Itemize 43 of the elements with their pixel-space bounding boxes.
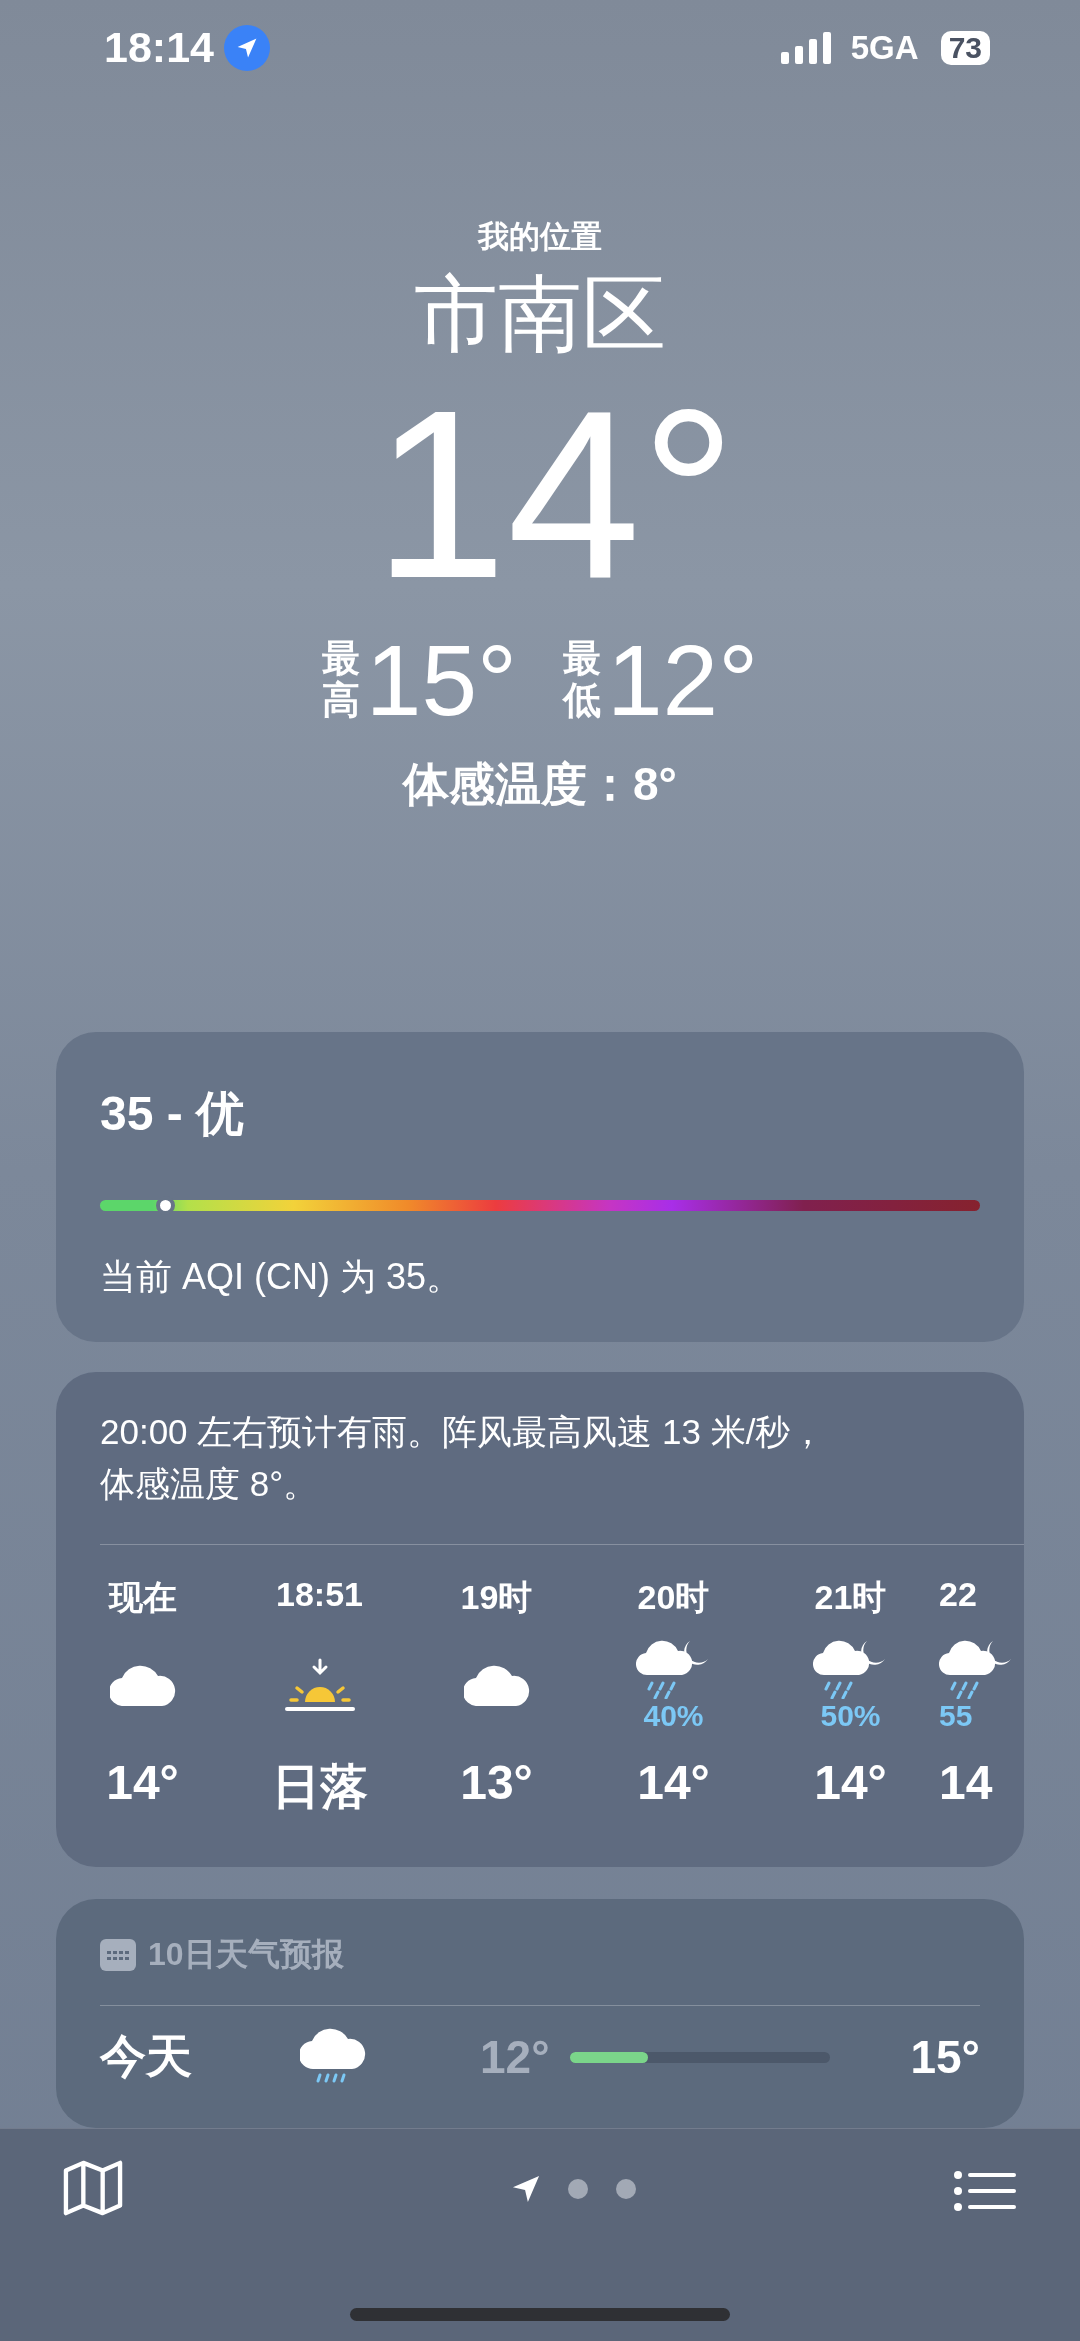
current-temperature: 14° <box>373 374 737 614</box>
precipitation-chance: 55 <box>939 1699 973 1733</box>
sunset-icon <box>284 1658 355 1712</box>
location-label: 我的位置 <box>478 217 602 256</box>
page-dot[interactable] <box>568 2179 588 2199</box>
precipitation-chance: 50% <box>820 1699 881 1733</box>
hour-label: 22 <box>939 1575 977 1615</box>
signal-icon <box>780 31 833 64</box>
feels-like-temperature: 体感温度：8° <box>403 757 677 812</box>
page-dot[interactable] <box>616 2179 636 2199</box>
high-label: 最高 <box>321 638 360 722</box>
network-type: 5GA <box>850 28 919 67</box>
hour-label: 19时 <box>460 1577 533 1618</box>
calendar-icon <box>100 1939 136 1971</box>
hour-temperature: 14° <box>106 1755 179 1810</box>
cloud-icon <box>109 1664 176 1706</box>
hour-temperature: 13° <box>460 1755 533 1810</box>
forecast-title: 10日天气预报 <box>148 1935 344 1974</box>
day-name: 今天 <box>100 2029 193 2084</box>
map-icon[interactable] <box>62 2159 124 2217</box>
hour-temperature: 14° <box>637 1755 710 1810</box>
list-icon[interactable] <box>954 2171 1016 2211</box>
low-temperature: 12° <box>607 630 759 730</box>
hour-label: 18:51 <box>276 1575 363 1615</box>
precipitation-chance: 40% <box>643 1699 704 1733</box>
forecast-summary: 20:00 左右预计有雨。阵风最高风速 13 米/秒，体感温度 8°。 <box>100 1411 827 1505</box>
status-time: 18:14 <box>104 23 214 73</box>
hour-label: 21时 <box>814 1577 887 1618</box>
hour-temperature: 日落 <box>271 1759 368 1815</box>
aqi-description: 当前 AQI (CN) 为 35。 <box>100 1255 464 1299</box>
high-temperature: 15° <box>910 2030 980 2084</box>
location-page-icon[interactable] <box>512 2175 540 2203</box>
hour-label: 20时 <box>637 1577 710 1618</box>
high-temperature: 15° <box>365 630 517 730</box>
cloud-icon <box>463 1664 530 1706</box>
low-temperature: 12° <box>480 2030 550 2084</box>
city-name: 市南区 <box>414 267 666 360</box>
battery-indicator: 73 <box>940 30 990 65</box>
hour-temperature: 14 <box>939 1755 993 1810</box>
low-label: 最低 <box>563 638 601 722</box>
hour-label: 现在 <box>108 1577 177 1618</box>
aqi-value: 35 - 优 <box>100 1086 246 1142</box>
hour-temperature: 14° <box>814 1755 887 1810</box>
